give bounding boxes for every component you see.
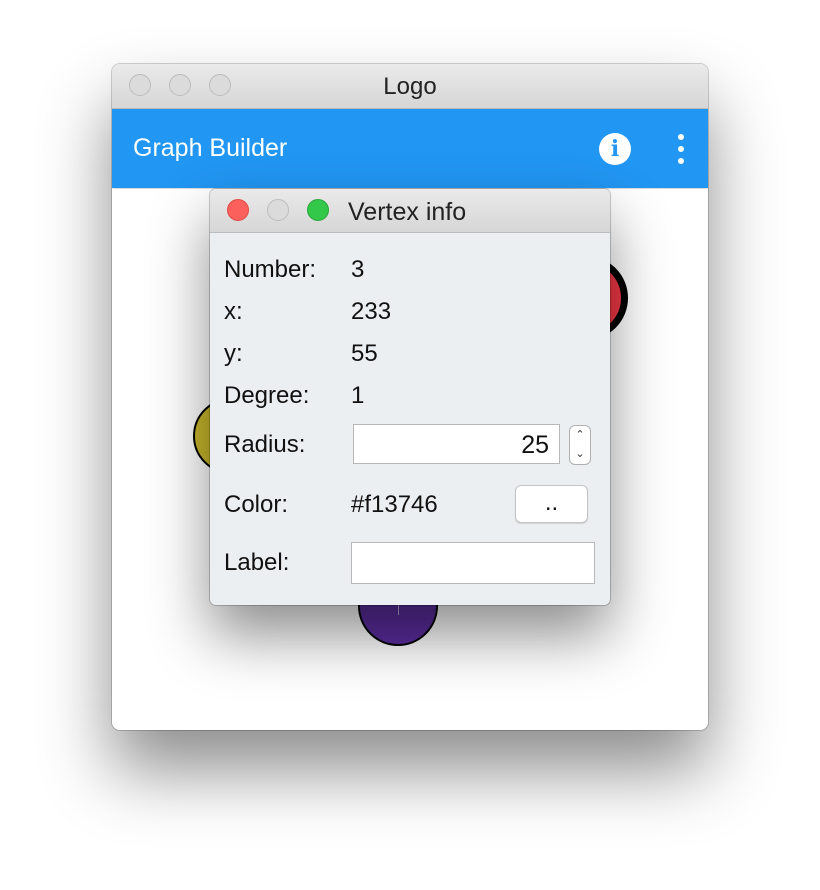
- more-vertical-icon[interactable]: [668, 132, 694, 166]
- label-label: Label:: [224, 549, 290, 576]
- dialog-titlebar[interactable]: Vertex info: [210, 189, 610, 233]
- chevron-up-icon[interactable]: ⌃: [570, 426, 590, 445]
- degree-label: Degree:: [224, 382, 310, 409]
- dialog-zoom-button[interactable]: [307, 199, 329, 221]
- dialog-minimize-button[interactable]: [267, 199, 289, 221]
- radius-stepper[interactable]: ⌃ ⌄: [569, 425, 591, 465]
- app-title: Graph Builder: [133, 134, 288, 162]
- label-input[interactable]: [351, 542, 595, 584]
- x-label: x:: [224, 298, 243, 325]
- color-picker-button[interactable]: ..: [515, 485, 588, 523]
- number-label: Number:: [224, 256, 317, 283]
- screen: Logo Graph Builder i Vertex info Number:…: [0, 0, 820, 890]
- app-bar: Graph Builder i: [112, 109, 708, 188]
- degree-value: 1: [351, 382, 365, 409]
- color-value: #f13746: [351, 491, 438, 518]
- chevron-down-icon[interactable]: ⌄: [570, 445, 590, 464]
- vertex-info-dialog: Vertex info Number: 3 x: 233 y: 55 Degre…: [210, 189, 610, 605]
- color-label: Color:: [224, 491, 289, 518]
- y-value: 55: [351, 340, 378, 367]
- main-titlebar[interactable]: Logo: [112, 64, 708, 109]
- radius-label: Radius:: [224, 431, 306, 458]
- info-icon[interactable]: i: [599, 133, 631, 165]
- dialog-title: Vertex info: [348, 198, 467, 226]
- dialog-close-button[interactable]: [227, 199, 249, 221]
- number-value: 3: [351, 256, 365, 283]
- y-label: y:: [224, 340, 243, 367]
- x-value: 233: [351, 298, 392, 325]
- window-title: Logo: [383, 73, 437, 100]
- radius-input[interactable]: 25: [353, 424, 560, 464]
